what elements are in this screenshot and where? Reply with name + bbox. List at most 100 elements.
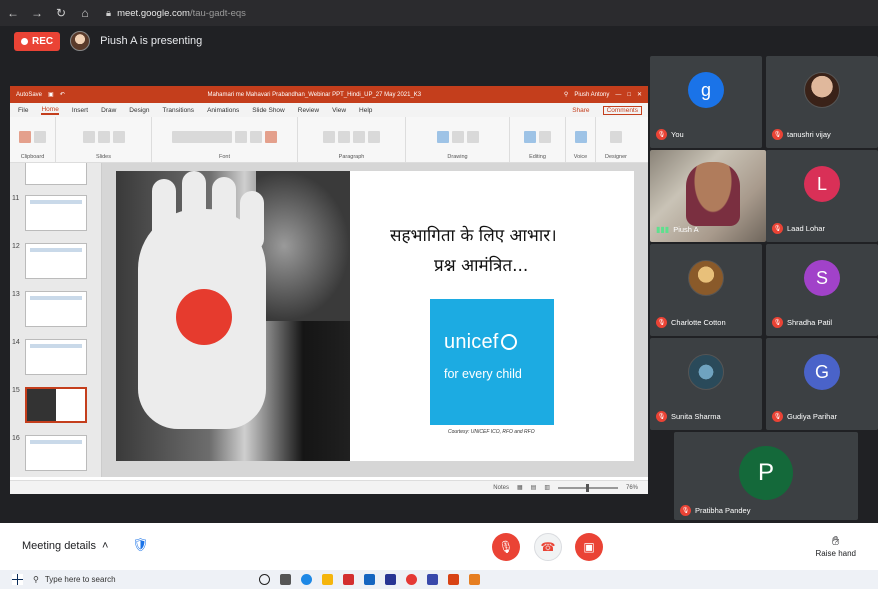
dictate-icon[interactable] [574,130,587,143]
home-icon[interactable]: ⌂ [78,6,92,20]
undo-icon[interactable]: ↶ [60,91,65,98]
participant-tile-video[interactable]: ▮▮▮ Piush A [650,150,766,242]
thumb-number: 11 [12,195,20,202]
camera-toggle-button[interactable]: ▣ [575,533,603,561]
save-icon[interactable]: ▣ [48,91,54,98]
back-icon[interactable]: ← [6,6,20,20]
store-icon[interactable] [364,574,375,585]
normal-view-icon[interactable]: ▦ [517,484,523,491]
autosave-label[interactable]: AutoSave [16,92,42,98]
slide-editor[interactable]: सहभागिता के लिए आभार। प्रश्न आमंत्रित...… [102,163,648,477]
zoom-slider[interactable] [557,483,618,492]
participant-tile[interactable]: L 🎙︎ Laad Lohar [766,150,878,242]
slide-sorter-icon[interactable]: ▤ [531,484,537,491]
ribbon-group-clipboard: Clipboard [10,117,56,162]
slide-thumbnail[interactable]: 11 [12,195,87,231]
share-button[interactable]: Share [572,107,589,114]
font-color-icon[interactable] [265,130,277,143]
leave-call-button[interactable]: ☎︎ [534,533,562,561]
slide-thumbnail[interactable]: 13 [12,291,87,327]
slide-thumbnail[interactable]: 16 [12,435,87,471]
tab-draw[interactable]: Draw [101,107,116,114]
current-slide[interactable]: सहभागिता के लिए आभार। प्रश्न आमंत्रित...… [116,171,634,461]
photos-icon[interactable] [427,574,438,585]
search-icon[interactable]: ⚲ [564,91,568,98]
mic-off-icon: 🎙︎ [772,317,783,328]
minimize-icon[interactable]: — [615,92,621,98]
maximize-icon[interactable]: □ [627,92,631,98]
slide-thumbnail[interactable]: 12 [12,243,87,279]
unicef-wordmark: unicef [444,331,499,353]
mic-off-icon: 🎙︎ [772,411,783,422]
avatar [804,72,840,108]
reuse-slides-icon[interactable] [97,130,110,143]
participant-tile[interactable]: 🎙︎ Charlotte Cotton [650,244,762,336]
file-explorer-icon[interactable] [322,574,333,585]
app-icon[interactable] [385,574,396,585]
tab-view[interactable]: View [332,107,346,114]
close-icon[interactable]: ✕ [637,91,642,98]
zoom-level[interactable]: 76% [626,485,638,491]
mic-toggle-button[interactable]: 🎙︎ [492,533,520,561]
notes-button[interactable]: Notes [493,485,509,491]
powerpoint-icon[interactable] [448,574,459,585]
tab-home[interactable]: Home [41,106,59,115]
ppt-ribbon-tabs: File Home Insert Draw Design Transitions… [10,103,648,117]
design-ideas-icon[interactable] [610,130,622,143]
new-slide-icon[interactable] [82,130,95,143]
layout-icon[interactable] [112,130,125,143]
chrome-icon[interactable] [406,574,417,585]
paste-icon[interactable] [19,130,31,143]
participant-tile[interactable]: g 🎙︎ You [650,56,762,148]
participant-tile[interactable]: P 🎙︎ Pratibha Pandey [674,432,858,520]
numbering-icon[interactable] [338,130,350,143]
tab-slide-show[interactable]: Slide Show [252,107,285,114]
address-bar[interactable]: 🔒︎ meet.google.com/tau-gadt-eqs [106,8,246,19]
replace-icon[interactable] [539,130,551,143]
tab-insert[interactable]: Insert [72,107,88,114]
align-icon[interactable] [353,130,365,143]
edge-icon[interactable] [301,574,312,585]
tab-file[interactable]: File [18,107,28,114]
shield-icon[interactable]: 🛡︎ [132,537,149,553]
meeting-details-button[interactable]: Meeting details ˄ [22,540,108,552]
shapes-icon[interactable] [436,130,449,143]
slide-thumbnail-selected[interactable]: 15 [12,387,87,423]
reload-icon[interactable]: ↻ [54,6,68,20]
tab-review[interactable]: Review [298,107,319,114]
taskbar-search[interactable]: ⚲ Type here to search [33,575,223,584]
participant-tile[interactable]: S 🎙︎ Shradha Patil [766,244,878,336]
netflix-icon[interactable] [343,574,354,585]
cortana-icon[interactable] [259,574,270,585]
bullets-icon[interactable] [323,130,335,143]
participant-tile[interactable]: 🎙︎ Sunita Sharma [650,338,762,430]
rec-label: REC [32,35,54,47]
columns-icon[interactable] [368,130,380,143]
quick-styles-icon[interactable] [466,130,479,143]
comments-button[interactable]: Comments [602,105,642,115]
tab-help[interactable]: Help [359,107,372,114]
italic-icon[interactable] [250,130,262,143]
forward-icon[interactable]: → [30,6,44,20]
font-family-select[interactable] [172,130,232,143]
media-icon[interactable] [469,574,480,585]
participant-tile[interactable]: 🎙︎ tanushri vijay [766,56,878,148]
windows-start-icon[interactable] [12,574,23,585]
chevron-up-icon: ˄ [102,540,109,552]
arrange-icon[interactable] [451,130,464,143]
tab-transitions[interactable]: Transitions [163,107,195,114]
find-icon[interactable] [524,130,536,143]
participant-name: tanushri vijay [787,130,831,139]
slide-thumbnail[interactable] [12,163,87,185]
tab-design[interactable]: Design [129,107,149,114]
task-view-icon[interactable] [280,574,291,585]
reading-view-icon[interactable]: ▥ [544,484,550,491]
copy-icon[interactable] [34,130,46,143]
slide-thumbnail[interactable]: 14 [12,339,87,375]
raise-hand-button[interactable]: ✋︎ Raise hand [816,533,856,558]
presenting-text: Piush A is presenting [100,35,203,47]
ppt-user-name[interactable]: Piush Antony [574,92,609,98]
bold-icon[interactable] [235,130,247,143]
tab-animations[interactable]: Animations [207,107,239,114]
participant-tile[interactable]: G 🎙︎ Gudiya Parihar [766,338,878,430]
